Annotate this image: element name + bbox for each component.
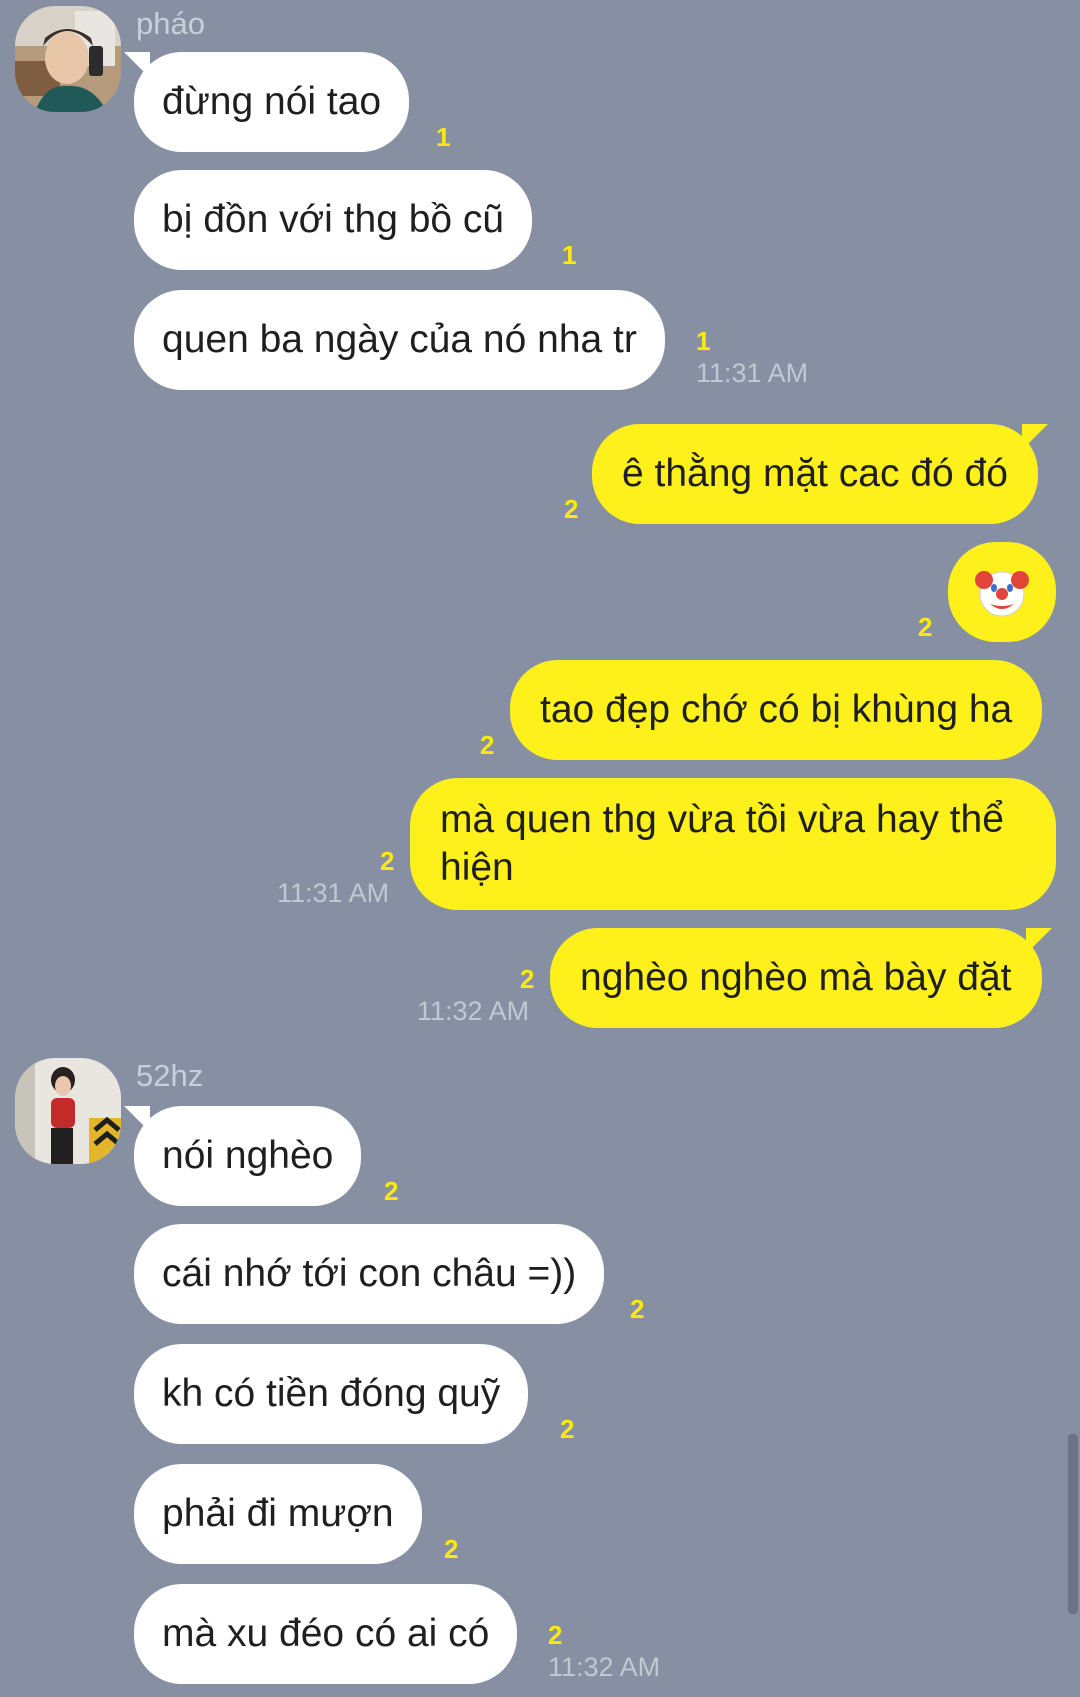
unread-count: 1	[696, 326, 711, 356]
message-bubble[interactable]: nói nghèo	[123, 1106, 362, 1206]
message-text: cái nhớ tới con châu =))	[162, 1252, 577, 1295]
message-bubble[interactable]: tao đẹp chớ có bị khùng ha	[510, 660, 1043, 760]
message-text: nghèo nghèo mà bày đặt	[580, 956, 1012, 999]
message-text: mà xu đéo có ai có	[162, 1612, 490, 1655]
message-timestamp: 11:32 AM	[548, 1652, 661, 1682]
message-bubble[interactable]: kh có tiền đóng quỹ	[134, 1344, 529, 1444]
message-text: ê thằng mặt cac đó đó	[622, 452, 1008, 495]
message-text: quen ba ngày của nó nha tr	[162, 318, 637, 361]
message-text: đừng nói tao	[162, 80, 382, 123]
message-bubble[interactable]: nghèo nghèo mà bày đặt	[550, 928, 1052, 1028]
chat-window[interactable]: pháo đừng nói tao 1 bị đồn với thg bồ cũ…	[0, 0, 1080, 1697]
message-timestamp: 11:31 AM	[696, 358, 809, 388]
message-text: kh có tiền đóng quỹ	[162, 1372, 501, 1415]
message-bubble[interactable]	[948, 542, 1056, 642]
unread-count: 2	[548, 1620, 563, 1650]
clown-face-emoji	[975, 571, 1029, 617]
message-text: mà quen thg vừa tồi vừa hay thể hiện	[440, 798, 1004, 889]
unread-count: 2	[520, 964, 535, 994]
unread-count: 1	[562, 240, 577, 270]
unread-count: 2	[918, 612, 933, 642]
message-bubble[interactable]: mà quen thg vừa tồi vừa hay thể hiện	[410, 778, 1056, 910]
message-bubble[interactable]: quen ba ngày của nó nha tr	[134, 290, 665, 390]
sender-name: pháo	[136, 6, 205, 41]
avatar[interactable]	[15, 1058, 121, 1164]
message-timestamp: 11:31 AM	[277, 878, 390, 908]
unread-count: 2	[480, 730, 495, 760]
message-bubble[interactable]: bị đồn với thg bồ cũ	[134, 170, 533, 270]
unread-count: 2	[384, 1176, 399, 1206]
message-bubble[interactable]: đừng nói tao	[123, 52, 410, 152]
message-bubble[interactable]: cái nhớ tới con châu =))	[134, 1224, 605, 1324]
message-text: tao đẹp chớ có bị khùng ha	[540, 688, 1013, 731]
unread-count: 2	[444, 1534, 459, 1564]
avatar[interactable]	[15, 6, 121, 112]
message-bubble[interactable]: phải đi mượn	[134, 1464, 422, 1564]
message-text: bị đồn với thg bồ cũ	[162, 198, 505, 241]
scrollbar[interactable]	[1068, 1434, 1078, 1614]
sender-name: 52hz	[136, 1058, 204, 1093]
message-text: phải đi mượn	[162, 1492, 394, 1535]
unread-count: 2	[380, 846, 395, 876]
message-text: nói nghèo	[162, 1134, 334, 1177]
unread-count: 2	[564, 494, 579, 524]
unread-count: 1	[436, 122, 451, 152]
message-bubble[interactable]: ê thằng mặt cac đó đó	[592, 424, 1048, 524]
message-timestamp: 11:32 AM	[417, 996, 530, 1026]
message-bubble[interactable]: mà xu đéo có ai có	[134, 1584, 518, 1684]
unread-count: 2	[560, 1414, 575, 1444]
unread-count: 2	[630, 1294, 645, 1324]
